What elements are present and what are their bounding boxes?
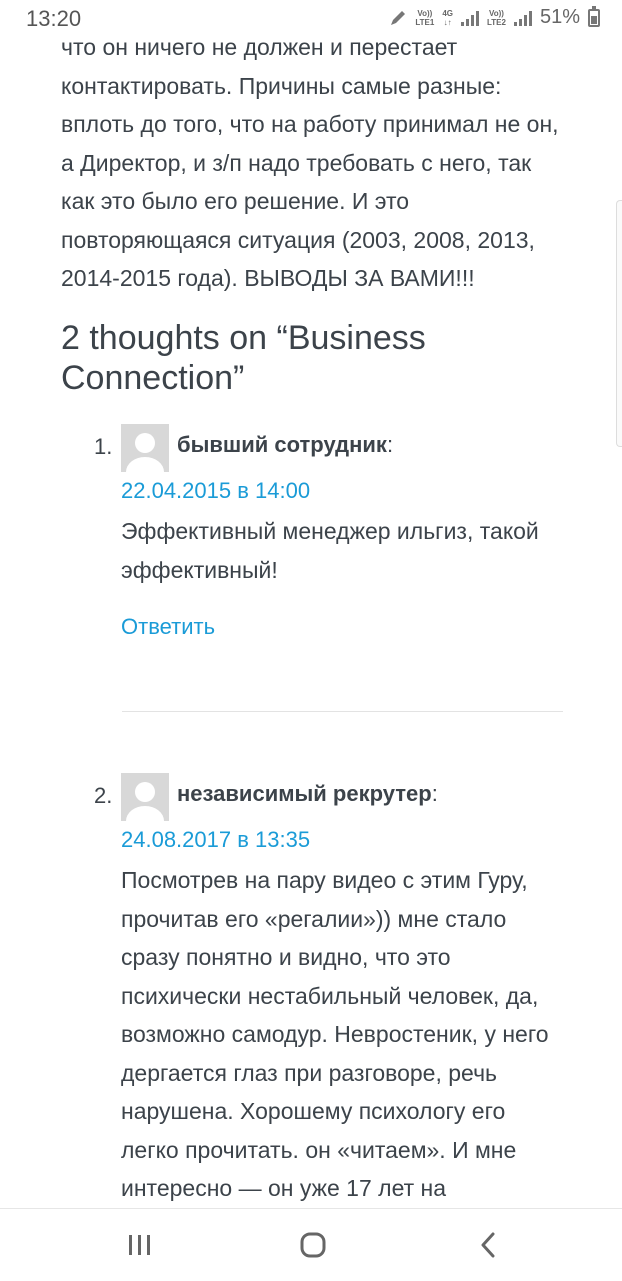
pencil-icon (391, 10, 406, 25)
comments-title: 2 thoughts on “Business Connection” (61, 319, 426, 397)
article-text: что он ничего не должен и перестает конт… (61, 34, 559, 291)
volte-lte1-indicator: Vo)) LTE1 (415, 8, 435, 27)
volte-lte2-indicator: Vo)) LTE2 (487, 8, 506, 27)
recent-apps-button[interactable] (120, 1229, 160, 1261)
battery-percent: 51% (539, 6, 580, 28)
avatar-placeholder-icon (121, 424, 169, 472)
back-icon (481, 1232, 495, 1258)
signal-icon (513, 10, 532, 26)
comment-number: 1. (94, 434, 113, 459)
home-button[interactable] (292, 1229, 334, 1261)
comment-number: 2. (94, 783, 113, 808)
status-icons: Vo)) LTE1 4G ↓↑ Vo)) LTE2 51% (389, 5, 600, 29)
comment-author: бывший сотрудник (177, 432, 387, 457)
says-colon: : (386, 432, 394, 457)
signal-icon (461, 10, 479, 26)
recent-apps-icon (129, 1235, 150, 1255)
comment-author-line: независимый рекрутер: (177, 781, 438, 807)
battery-icon (588, 5, 600, 27)
comment-author-line: бывший сотрудник: (177, 432, 393, 458)
network-4g-indicator: 4G ↓↑ (442, 8, 453, 27)
comment-divider (122, 711, 563, 712)
avatar-placeholder-icon (121, 773, 169, 821)
back-button[interactable] (468, 1229, 508, 1261)
comment-date-link[interactable]: 22.04.2015 в 14:00 (121, 478, 310, 504)
comment-date-link[interactable]: 24.08.2017 в 13:35 (121, 827, 310, 853)
reply-link[interactable]: Ответить (121, 614, 215, 640)
avatar (121, 424, 169, 472)
avatar (121, 773, 169, 821)
comment-body: Посмотрев на пару видео с этим Гуру, про… (121, 867, 549, 1201)
comment-body: Эффективный менеджер ильгиз, такой эффек… (121, 518, 539, 583)
says-colon: : (431, 781, 438, 806)
scrollbar-thumb[interactable] (616, 200, 622, 447)
navigation-bar (0, 1208, 622, 1281)
home-icon (300, 1232, 326, 1258)
comment-author: независимый рекрутер (177, 781, 432, 806)
